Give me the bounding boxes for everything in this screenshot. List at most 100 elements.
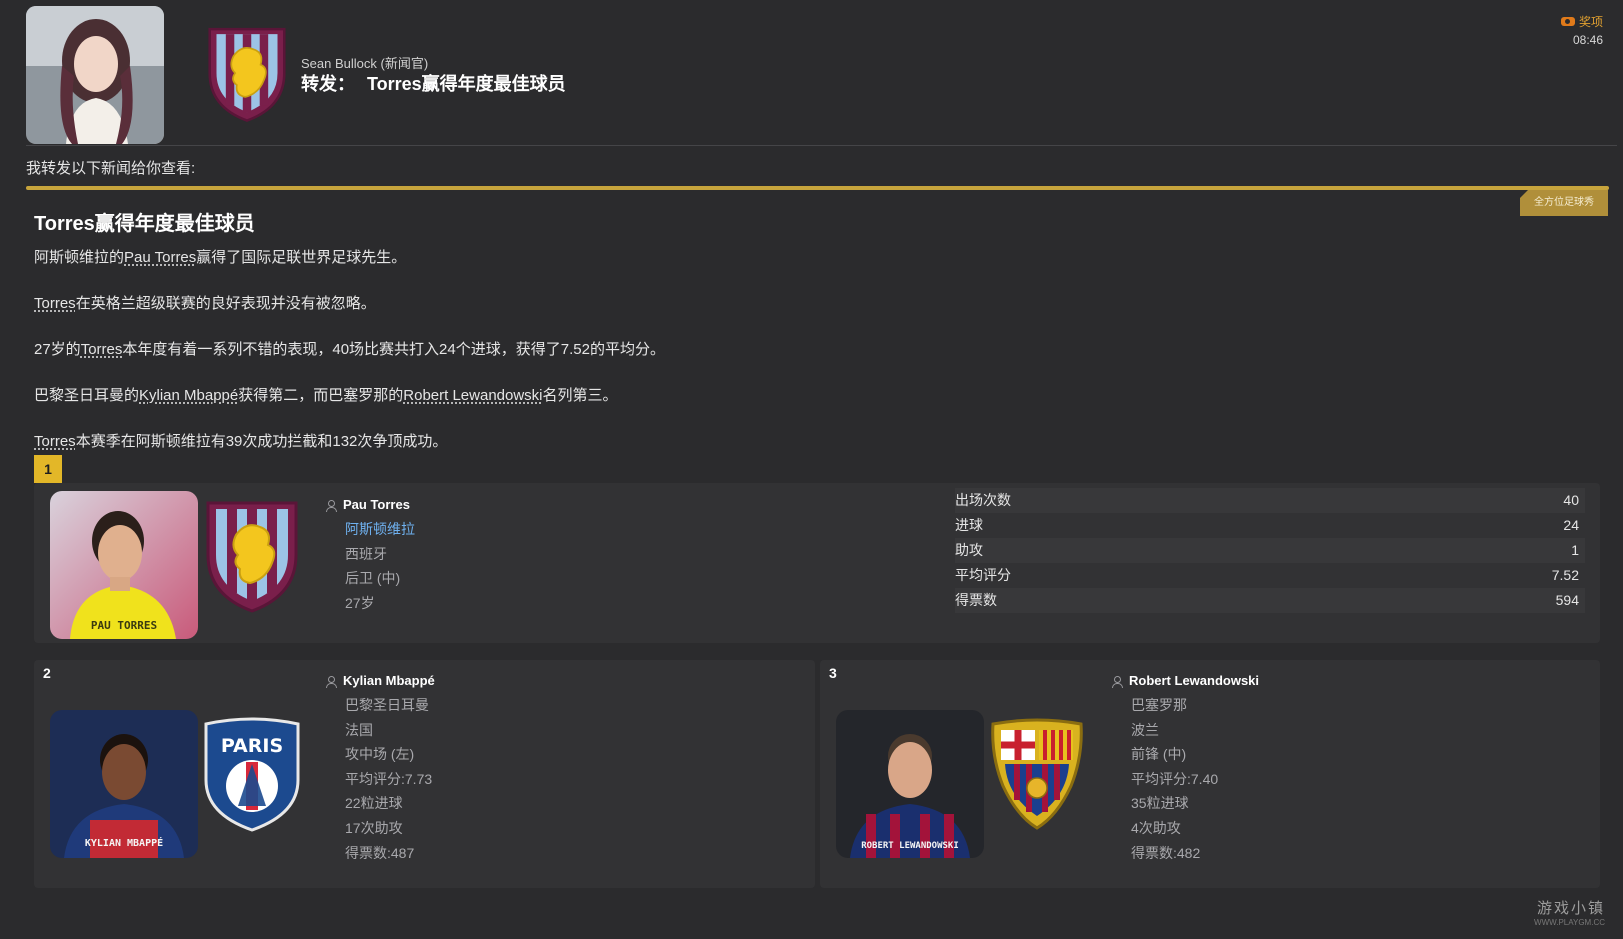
watermark-sub: WWW.PLAYGM.CC — [1534, 918, 1605, 927]
stat-label: 得票数 — [955, 592, 997, 608]
third-place-position: 前锋 (中) — [1131, 746, 1187, 763]
photo-caption: PAU TORRES — [91, 619, 157, 632]
winner-name-row[interactable]: Pau Torres — [326, 493, 415, 517]
stat-value: 1 — [1571, 542, 1579, 558]
stat-row: 进球 24 — [955, 513, 1585, 538]
barcelona-crest[interactable] — [987, 716, 1087, 834]
winner-info: Pau Torres 阿斯顿维拉 西班牙 后卫 (中) 27岁 — [326, 493, 415, 615]
player-portrait-image: ROBERT LEWANDOWSKI — [836, 710, 984, 858]
runner-up-club: 巴黎圣日耳曼 — [345, 697, 429, 713]
stat-label: 助攻 — [955, 542, 983, 558]
third-place-photo[interactable]: ROBERT LEWANDOWSKI — [836, 710, 984, 858]
forward-intro: 我转发以下新闻给你查看: — [26, 160, 196, 177]
message-header: Sean Bullock (新闻官) 转发： Torres赢得年度最佳球员 奖项 … — [0, 0, 1623, 146]
runner-up-goals: 22粒进球 — [345, 795, 403, 812]
text: 赢得了国际足联世界足球先生。 — [196, 249, 407, 266]
text: 27岁的 — [34, 341, 81, 358]
text: 在英格兰超级联赛的良好表现并没有被忽略。 — [75, 295, 376, 312]
text: 本赛季在阿斯顿维拉有39次成功拦截和132次争顶成功。 — [75, 433, 448, 450]
article-paragraph-5: Torres本赛季在阿斯顿维拉有39次成功拦截和132次争顶成功。 — [34, 430, 447, 451]
player-portrait-image: PAU TORRES — [50, 491, 198, 639]
runner-up-info: Kylian Mbappé 巴黎圣日耳曼 法国 攻中场 (左) 平均评分:7.7… — [326, 669, 435, 865]
message-time: 08:46 — [1572, 33, 1603, 47]
third-place-nation: 波兰 — [1131, 721, 1159, 738]
sender-portrait-image — [26, 6, 164, 144]
stat-label: 平均评分 — [955, 567, 1011, 583]
article-paragraph-2: Torres在英格兰超级联赛的良好表现并没有被忽略。 — [34, 292, 376, 313]
article-title: Torres赢得年度最佳球员 — [34, 213, 255, 235]
stat-row: 助攻 1 — [955, 538, 1585, 563]
third-place-name-row[interactable]: Robert Lewandowski — [1112, 669, 1259, 693]
stat-value: 594 — [1555, 592, 1579, 608]
player-link[interactable]: Pau Torres — [124, 249, 196, 266]
stat-row: 平均评分 7.52 — [955, 563, 1585, 588]
aston-villa-crest — [200, 24, 294, 124]
photo-caption: KYLIAN MBAPPÉ — [85, 836, 163, 849]
text: 巴黎圣日耳曼的 — [34, 387, 140, 404]
aston-villa-crest[interactable] — [202, 497, 302, 615]
player-name: Pau Torres — [343, 497, 410, 512]
header-divider — [26, 145, 1617, 146]
psg-crest[interactable]: PARIS — [202, 716, 302, 834]
runner-up-assists: 17次助攻 — [345, 819, 403, 836]
message-meta: 奖项 08:46 — [1560, 13, 1603, 47]
text: 本年度有着一系列不错的表现，40场比赛共打入24个进球，获得了7.52的平均分。 — [122, 341, 665, 358]
winner-club-link[interactable]: 阿斯顿维拉 — [345, 517, 415, 542]
watermark-main: 游戏小镇 — [1536, 900, 1605, 917]
player-link[interactable]: Torres — [34, 433, 76, 450]
player-name: Kylian Mbappé — [343, 673, 435, 688]
player-name: Robert Lewandowski — [1129, 673, 1260, 688]
text: 获得第二，而巴塞罗那的 — [238, 387, 404, 404]
third-place-rating: 平均评分:7.40 — [1131, 770, 1219, 787]
winner-age: 27岁 — [345, 594, 375, 611]
article-paragraph-1: 阿斯顿维拉的Pau Torres赢得了国际足联世界足球先生。 — [34, 246, 406, 267]
stat-label: 进球 — [955, 517, 983, 533]
stat-value: 24 — [1563, 517, 1579, 533]
site-watermark: 游戏小镇 WWW.PLAYGM.CC — [1534, 897, 1605, 927]
third-place-votes: 得票数:482 — [1131, 844, 1201, 861]
crest-text: PARIS — [221, 735, 283, 757]
stat-label: 出场次数 — [955, 492, 1011, 508]
runner-up-nation: 法国 — [345, 721, 373, 738]
text: 阿斯顿维拉的 — [34, 249, 125, 266]
article-source-tag: 全方位足球秀 — [1520, 190, 1608, 216]
player-link[interactable]: Kylian Mbappé — [139, 387, 238, 404]
article-paragraph-4: 巴黎圣日耳曼的Kylian Mbappé获得第二，而巴塞罗那的Robert Le… — [34, 384, 618, 405]
person-icon — [326, 675, 337, 688]
winner-stats-table: 出场次数 40 进球 24 助攻 1 平均评分 7.52 得票数 594 — [955, 488, 1585, 613]
runner-up-position: 攻中场 (左) — [345, 746, 415, 763]
sender-avatar[interactable] — [26, 6, 164, 144]
person-icon — [1112, 675, 1123, 688]
subject-text: Torres赢得年度最佳球员 — [367, 74, 566, 94]
runner-up-votes: 得票数:487 — [345, 844, 415, 861]
winner-nation: 西班牙 — [345, 545, 387, 562]
player-link[interactable]: Torres — [34, 295, 76, 312]
stat-row: 出场次数 40 — [955, 488, 1585, 513]
stat-value: 40 — [1563, 492, 1579, 508]
third-place-assists: 4次助攻 — [1131, 819, 1181, 836]
player-link[interactable]: Torres — [81, 341, 123, 358]
award-label: 奖项 — [1578, 15, 1603, 29]
message-subject: 转发： Torres赢得年度最佳球员 — [301, 70, 566, 96]
award-category[interactable]: 奖项 — [1560, 13, 1603, 30]
news-message-view: Sean Bullock (新闻官) 转发： Torres赢得年度最佳球员 奖项 … — [0, 0, 1623, 939]
stat-value: 7.52 — [1551, 567, 1579, 583]
stat-row: 得票数 594 — [955, 588, 1585, 613]
rank-number-2: 2 — [43, 665, 51, 681]
winner-position: 后卫 (中) — [345, 570, 401, 587]
third-place-goals: 35粒进球 — [1131, 795, 1189, 812]
player-link[interactable]: Robert Lewandowski — [403, 387, 542, 404]
photo-caption: ROBERT LEWANDOWSKI — [861, 841, 959, 851]
article-paragraph-3: 27岁的Torres本年度有着一系列不错的表现，40场比赛共打入24个进球，获得… — [34, 338, 665, 359]
subject-prefix: 转发： — [301, 74, 355, 94]
third-place-club: 巴塞罗那 — [1131, 697, 1187, 713]
article-top-bar — [26, 186, 1609, 190]
runner-up-photo[interactable]: KYLIAN MBAPPÉ — [50, 710, 198, 858]
runner-up-name-row[interactable]: Kylian Mbappé — [326, 669, 435, 693]
winner-photo[interactable]: PAU TORRES — [50, 491, 198, 639]
award-icon — [1560, 17, 1575, 26]
third-place-info: Robert Lewandowski 巴塞罗那 波兰 前锋 (中) 平均评分:7… — [1112, 669, 1259, 865]
text: 名列第三。 — [542, 387, 618, 404]
person-icon — [326, 499, 337, 512]
player-portrait-image: KYLIAN MBAPPÉ — [50, 710, 198, 858]
